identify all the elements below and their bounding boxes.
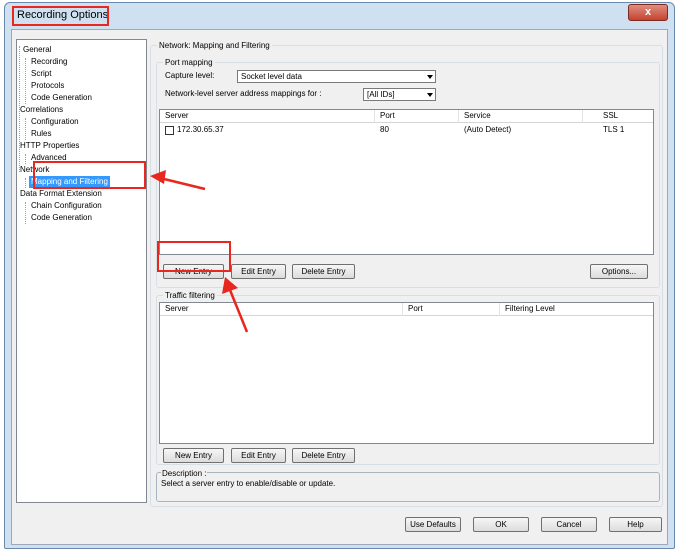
arrow-to-tree-icon xyxy=(150,170,206,191)
arrow-to-new-entry-icon xyxy=(222,277,249,333)
annotation-arrows xyxy=(150,170,249,333)
